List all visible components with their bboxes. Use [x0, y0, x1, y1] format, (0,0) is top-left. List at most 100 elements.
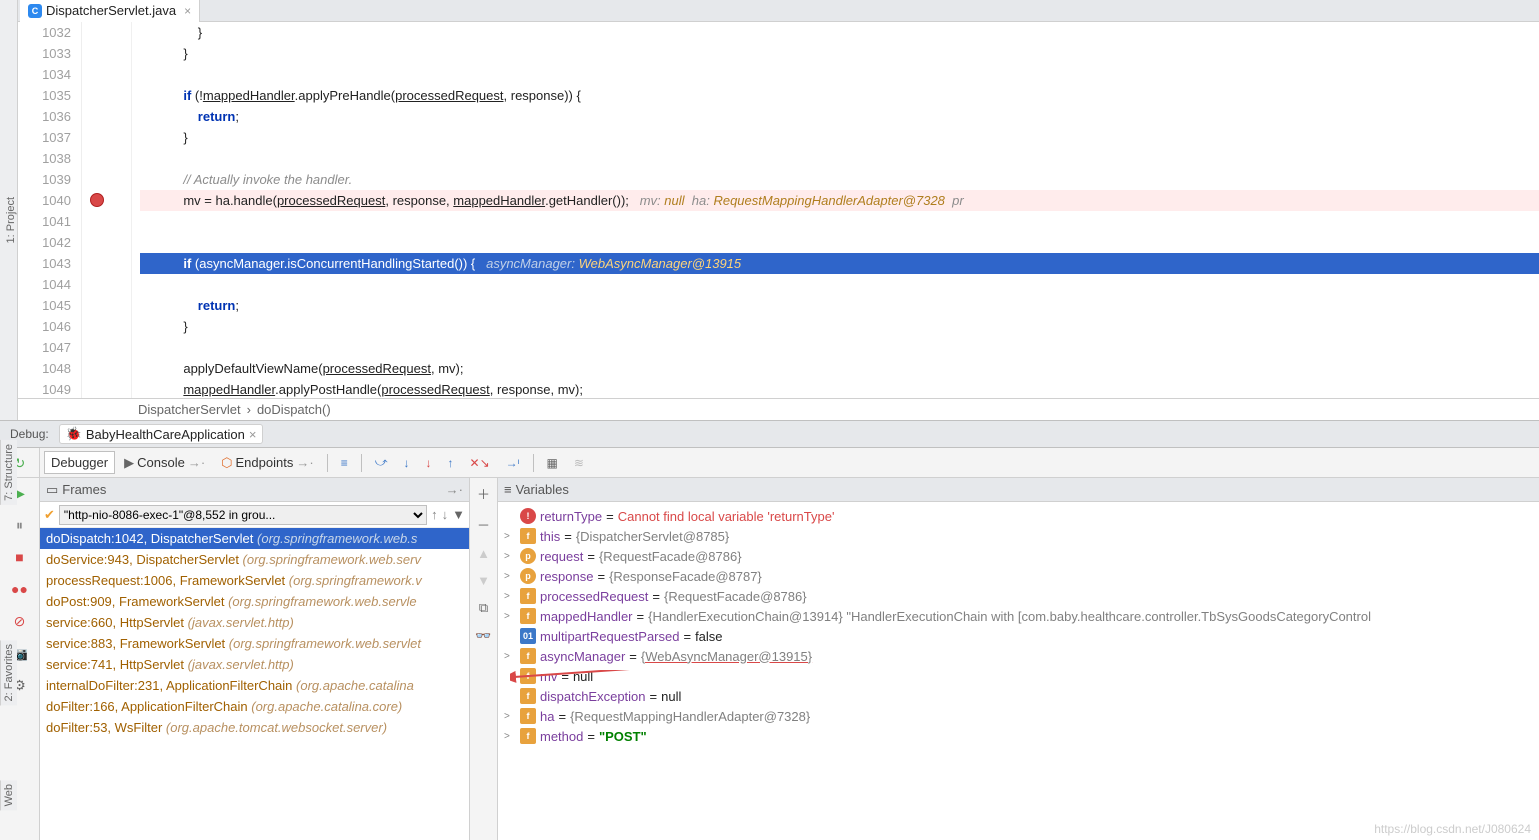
- close-icon[interactable]: ×: [184, 4, 191, 18]
- step-over-icon[interactable]: ⤻: [368, 451, 395, 474]
- var-name: response: [540, 569, 593, 584]
- variable-row[interactable]: 01 multipartRequestParsed = false: [498, 626, 1539, 646]
- tab-console[interactable]: ▶Console→·: [117, 451, 212, 475]
- down-icon[interactable]: ▼: [477, 573, 490, 588]
- var-type-icon: f: [520, 588, 536, 604]
- stack-frame[interactable]: processRequest:1006, FrameworkServlet (o…: [40, 570, 469, 591]
- breadcrumb-class[interactable]: DispatcherServlet: [138, 402, 241, 417]
- next-frame-icon[interactable]: ↓: [442, 507, 449, 522]
- stack-frame[interactable]: doService:943, DispatcherServlet (org.sp…: [40, 549, 469, 570]
- sidebar-project[interactable]: 1: Project: [5, 197, 17, 243]
- frames-header: ▭ Frames →·: [40, 478, 469, 502]
- var-value: "POST": [599, 729, 647, 744]
- variable-row[interactable]: > f processedRequest = {RequestFacade@87…: [498, 586, 1539, 606]
- variable-row[interactable]: ! returnType = Cannot find local variabl…: [498, 506, 1539, 526]
- drop-frame-icon[interactable]: ✕↘: [463, 452, 497, 474]
- pause-icon[interactable]: ⏸: [11, 516, 29, 534]
- step-into-icon[interactable]: ↓: [397, 452, 417, 474]
- breadcrumb-method[interactable]: doDispatch(): [257, 402, 331, 417]
- variable-row[interactable]: > f method = "POST": [498, 726, 1539, 746]
- expand-icon[interactable]: [504, 631, 516, 642]
- glasses-icon[interactable]: 👓: [475, 628, 491, 644]
- mute-breakpoints-icon[interactable]: ⊘: [11, 612, 29, 630]
- code-line[interactable]: // Actually invoke the handler.: [140, 172, 352, 187]
- variables-title: Variables: [516, 482, 569, 497]
- variable-row[interactable]: > f mappedHandler = {HandlerExecutionCha…: [498, 606, 1539, 626]
- breakpoints-icon[interactable]: ●●: [11, 580, 29, 598]
- sidebar-structure[interactable]: 7: Structure: [0, 440, 17, 505]
- expand-icon[interactable]: >: [504, 551, 516, 562]
- sidebar-web[interactable]: Web: [0, 780, 17, 810]
- stack-frame[interactable]: service:883, FrameworkServlet (org.sprin…: [40, 633, 469, 654]
- up-icon[interactable]: ▲: [477, 546, 490, 561]
- evaluate-icon[interactable]: ▦: [540, 452, 565, 474]
- code-line[interactable]: if (!mappedHandler.applyPreHandle(proces…: [140, 88, 581, 103]
- var-type-icon: f: [520, 528, 536, 544]
- force-step-into-icon[interactable]: ↓: [419, 452, 439, 474]
- expand-icon[interactable]: >: [504, 571, 516, 582]
- frames-stack-icon: ▭: [46, 482, 58, 498]
- editor-tabs: C DispatcherServlet.java ×: [18, 0, 1539, 22]
- run-config-chip[interactable]: 🐞 BabyHealthCareApplication ×: [59, 424, 264, 444]
- tab-debugger[interactable]: Debugger: [44, 451, 115, 474]
- var-name: method: [540, 729, 583, 744]
- code-line[interactable]: applyDefaultViewName(processedRequest, m…: [140, 361, 463, 376]
- expand-icon[interactable]: >: [504, 651, 516, 662]
- stack-frame[interactable]: service:660, HttpServlet (javax.servlet.…: [40, 612, 469, 633]
- restore-layout-icon[interactable]: →·: [446, 482, 463, 497]
- trace-icon[interactable]: ≋: [567, 452, 591, 474]
- var-type-icon: f: [520, 708, 536, 724]
- stack-frame[interactable]: service:741, HttpServlet (javax.servlet.…: [40, 654, 469, 675]
- thread-select[interactable]: "http-nio-8086-exec-1"@8,552 in grou...: [59, 505, 427, 525]
- variable-row[interactable]: > f asyncManager = {WebAsyncManager@1391…: [498, 646, 1539, 666]
- stop-icon[interactable]: ■: [11, 548, 29, 566]
- variables-list[interactable]: ! returnType = Cannot find local variabl…: [498, 502, 1539, 840]
- code-line[interactable]: }: [140, 46, 188, 61]
- stack-frame[interactable]: doPost:909, FrameworkServlet (org.spring…: [40, 591, 469, 612]
- expand-icon[interactable]: >: [504, 591, 516, 602]
- variable-row[interactable]: > f this = {DispatcherServlet@8785}: [498, 526, 1539, 546]
- file-tab-label: DispatcherServlet.java: [46, 3, 176, 18]
- expand-icon[interactable]: >: [504, 611, 516, 622]
- variable-row[interactable]: f mv = null: [498, 666, 1539, 686]
- variable-row[interactable]: > f ha = {RequestMappingHandlerAdapter@7…: [498, 706, 1539, 726]
- code-line[interactable]: }: [140, 25, 202, 40]
- code-line[interactable]: }: [140, 319, 188, 334]
- code-editor[interactable]: 1032103310341035103610371038103910401041…: [18, 22, 1539, 398]
- variable-row[interactable]: > p response = {ResponseFacade@8787}: [498, 566, 1539, 586]
- variable-row[interactable]: f dispatchException = null: [498, 686, 1539, 706]
- sidebar-favorites[interactable]: 2: Favorites: [0, 640, 17, 705]
- variable-row[interactable]: > p request = {RequestFacade@8786}: [498, 546, 1539, 566]
- var-name: this: [540, 529, 560, 544]
- editor-column: C DispatcherServlet.java × 1032103310341…: [18, 0, 1539, 420]
- filter-icon[interactable]: ▼: [452, 507, 465, 522]
- copy-icon[interactable]: ⧉: [479, 600, 488, 616]
- code-line[interactable]: mappedHandler.applyPostHandle(processedR…: [140, 382, 583, 397]
- expand-icon[interactable]: >: [504, 731, 516, 742]
- threads-icon[interactable]: ≡: [334, 452, 355, 474]
- expand-icon[interactable]: [504, 511, 516, 522]
- expand-icon[interactable]: >: [504, 711, 516, 722]
- frames-title: Frames: [62, 482, 106, 497]
- expand-icon[interactable]: >: [504, 531, 516, 542]
- code-line[interactable]: }: [140, 130, 188, 145]
- code-line[interactable]: mv = ha.handle(processedRequest, respons…: [140, 190, 1539, 211]
- stack-frame[interactable]: doFilter:53, WsFilter (org.apache.tomcat…: [40, 717, 469, 738]
- frame-list[interactable]: doDispatch:1042, DispatcherServlet (org.…: [40, 528, 469, 840]
- prev-frame-icon[interactable]: ↑: [431, 507, 438, 522]
- close-icon[interactable]: ×: [249, 427, 257, 442]
- expand-icon[interactable]: [504, 691, 516, 702]
- code-line[interactable]: return;: [140, 298, 239, 313]
- tab-endpoints[interactable]: ⬡Endpoints→·: [214, 451, 321, 475]
- code-line[interactable]: return;: [140, 109, 239, 124]
- stack-frame[interactable]: doFilter:166, ApplicationFilterChain (or…: [40, 696, 469, 717]
- add-watch-icon[interactable]: ＋: [477, 484, 490, 503]
- remove-watch-icon[interactable]: －: [477, 515, 490, 534]
- stack-frame[interactable]: doDispatch:1042, DispatcherServlet (org.…: [40, 528, 469, 549]
- code-line[interactable]: if (asyncManager.isConcurrentHandlingSta…: [140, 253, 1539, 274]
- run-to-cursor-icon[interactable]: →ᶦ: [499, 452, 527, 474]
- file-tab[interactable]: C DispatcherServlet.java ×: [20, 0, 200, 22]
- stack-frame[interactable]: internalDoFilter:231, ApplicationFilterC…: [40, 675, 469, 696]
- step-out-icon[interactable]: ↑: [441, 452, 461, 474]
- vars-side-icons: ＋ － ▲ ▼ ⧉ 👓: [470, 478, 498, 840]
